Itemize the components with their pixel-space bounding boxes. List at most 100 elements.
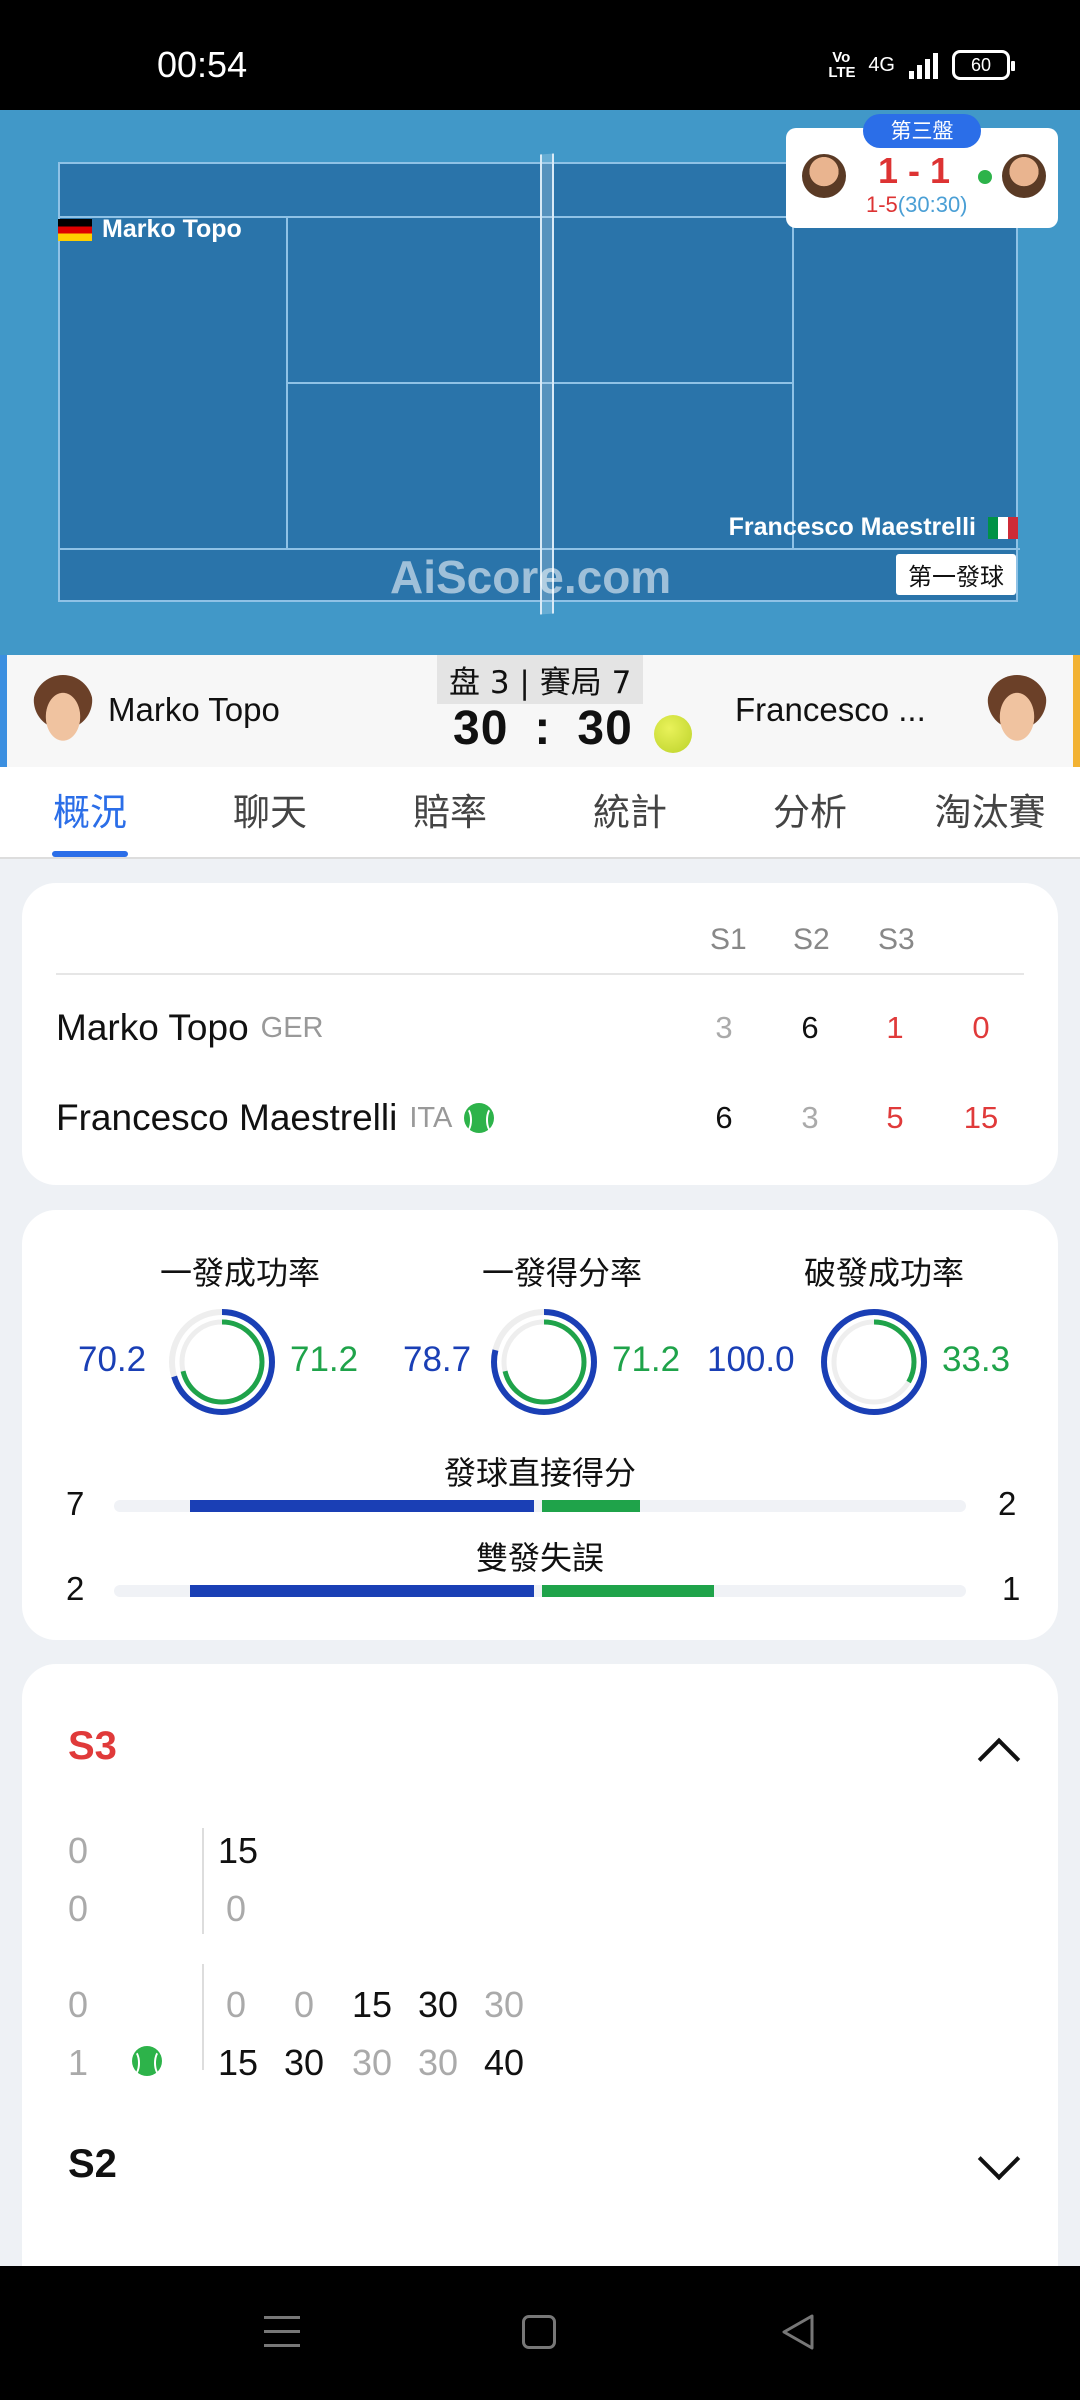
tab-bar: 概況 聊天 賠率 統計 分析 淘汰賽 [0,767,1080,859]
tennis-ball-icon [654,715,692,753]
scoreboard-row-name[interactable]: Marko Topo GER [56,1007,324,1049]
tab-stats[interactable]: 統計 [540,767,720,857]
divider [202,1828,204,1934]
current-points: 30:30 [453,701,633,756]
games-bottom: 0 [68,1888,89,1929]
divider [202,1964,204,2070]
stats-card: 一發成功率 一發得分率 破發成功率 70.2 71.2 78.7 71.2 10… [22,1210,1058,1640]
stat-left-value: 70.2 [78,1340,147,1379]
tab-knockout[interactable]: 淘汰賽 [900,767,1080,857]
mini-set-badge: 第三盤 [863,114,981,148]
bar-right-fill [542,1585,715,1597]
player-avatar-right[interactable] [987,675,1047,747]
tab-analysis[interactable]: 分析 [720,767,900,857]
mini-game-score: 1-5(30:30) [866,192,968,218]
set-header-s2[interactable]: S2 [68,2142,117,2187]
set-score: 3 [715,1010,733,1045]
bar-left-fill [189,1500,534,1512]
serving-ball-icon [132,2046,162,2076]
bar-track [114,1585,966,1597]
col-header-s2: S2 [793,923,830,956]
mini-point: (30:30) [897,192,968,217]
set-score: 1 [886,1010,904,1045]
home-icon[interactable] [522,2315,556,2349]
tab-odds[interactable]: 賠率 [360,767,540,857]
ring-left-arc [821,1309,927,1415]
tab-chat[interactable]: 聊天 [180,767,360,857]
left-point: 30 [453,702,509,755]
bar-left-value: 2 [66,1570,85,1607]
network-label: 4G [868,53,895,76]
point: 30 [484,1984,525,2025]
stat-ring [821,1309,927,1415]
scoreboard-card: S1 S2 S3 Marko Topo GER 3 6 1 0 Francesc… [22,883,1058,1185]
country-code: ITA [409,1101,453,1134]
bar-right-value: 1 [1002,1570,1021,1607]
stat-title: 一發成功率 [159,1254,320,1292]
games-top: 0 [68,1830,89,1871]
clock: 00:54 [157,44,248,85]
point: 15 [218,1830,259,1871]
stat-title: 破發成功率 [803,1254,964,1292]
point: 15 [218,2042,259,2083]
point: 0 [226,1984,247,2025]
player-avatar-left[interactable] [33,675,93,747]
net [540,153,554,615]
right-player-name[interactable]: Francesco ... [735,691,926,729]
player-avatar-right [1002,154,1046,198]
games-bottom: 1 [68,2042,89,2083]
chevron-down-icon[interactable] [977,2137,1021,2181]
point: 15 [352,1984,393,2025]
stat-right-value: 71.2 [290,1340,359,1379]
point: 30 [418,1984,459,2025]
right-point: 30 [577,702,633,755]
serve-indicator: 第一發球 [896,554,1016,595]
mini-game: 1-5 [866,192,898,217]
point-separator: : [534,702,552,755]
battery-icon: 60 [952,50,1015,80]
stat-left-value: 78.7 [403,1340,472,1379]
bar-right-fill [542,1500,641,1512]
scoreboard-row-name[interactable]: Francesco Maestrelli ITA [56,1097,495,1139]
back-icon[interactable] [778,2312,818,2352]
serve-ball-icon [978,170,992,184]
bar-title: 發球直接得分 [443,1454,636,1492]
set-header-s3[interactable]: S3 [68,1724,117,1769]
divider [56,973,1024,975]
left-player-name[interactable]: Marko Topo [108,691,280,729]
point: 0 [226,1888,247,1929]
country-code: GER [260,1011,324,1044]
play-by-play-card: S3 0 0 15 0 0 1 0 0 15 30 30 15 30 30 30… [22,1664,1058,2304]
point: 40 [484,2042,525,2083]
stat-right-value: 71.2 [612,1340,681,1379]
set-score: 6 [715,1100,733,1135]
chevron-up-icon[interactable] [977,1737,1021,1781]
stat-title: 一發得分率 [481,1254,642,1292]
game-points: 0 [972,1010,990,1045]
player-name: Marko Topo [56,1007,249,1048]
status-icons: Vo LTE 4G 60 [828,49,1015,81]
volte-icon: Vo LTE [828,49,856,81]
tab-overview[interactable]: 概況 [0,767,180,857]
player-avatar-left [802,154,846,198]
bar-right-value: 2 [998,1485,1017,1522]
stat-ring [169,1309,275,1415]
col-header-s1: S1 [710,923,747,956]
status-bar: 00:54 Vo LTE 4G 60 [0,0,1080,110]
game-points: 15 [963,1100,999,1135]
recent-apps-icon[interactable] [264,2316,300,2358]
set-score: 3 [801,1100,819,1135]
bar-track [114,1500,966,1512]
match-header: Marko Topo 盘 3 | 賽局 7 30:30 Francesco ..… [0,655,1080,767]
point: 30 [284,2042,325,2083]
player-name: Francesco Maestrelli [56,1097,398,1138]
bar-left-fill [189,1585,534,1597]
italy-flag-icon [988,516,1018,539]
col-header-s3: S3 [878,923,915,956]
germany-flag-icon [58,218,92,241]
mini-scoreboard[interactable]: 第三盤 1 - 1 1-5(30:30) [786,114,1058,228]
point: 30 [418,2042,459,2083]
signal-icon [909,51,938,79]
point: 30 [352,2042,393,2083]
stat-right-value: 33.3 [942,1340,1011,1379]
